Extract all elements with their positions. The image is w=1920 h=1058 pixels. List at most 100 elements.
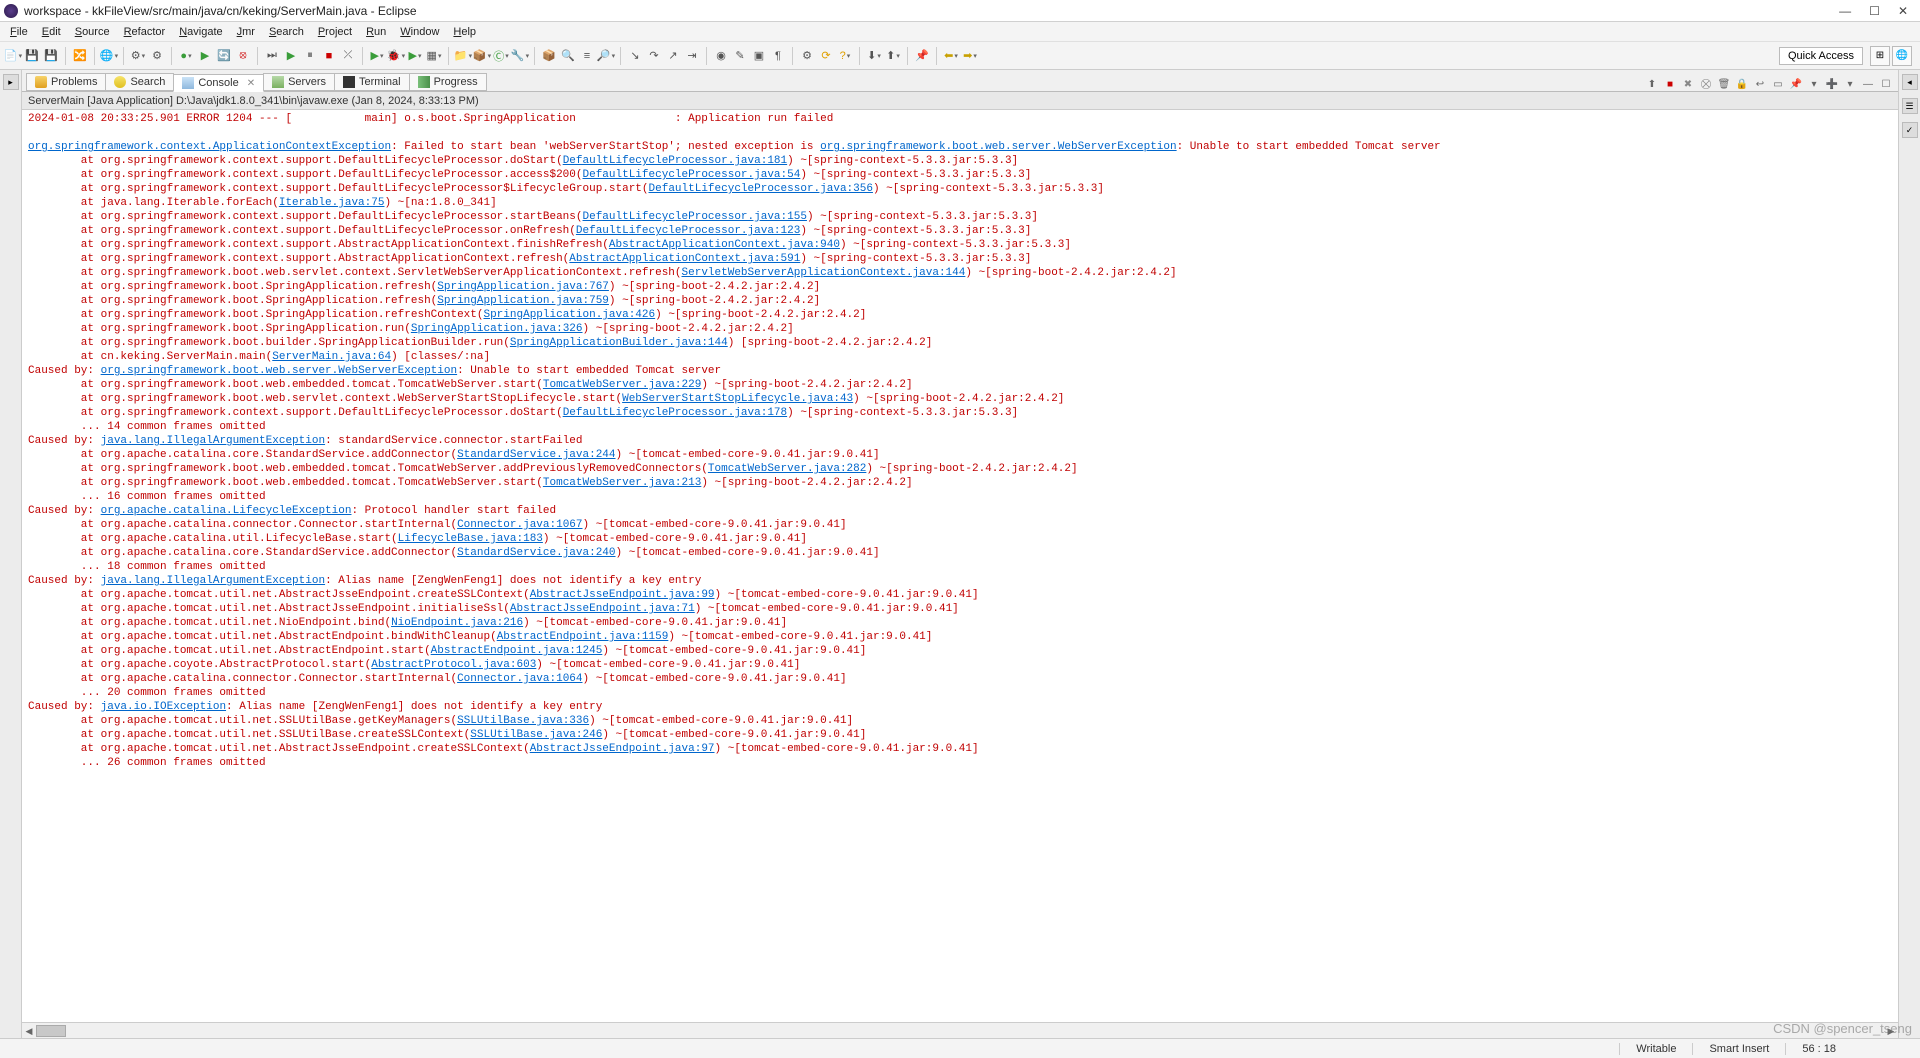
stacktrace-link[interactable]: AbstractJsseEndpoint.java:99 — [530, 589, 715, 601]
clear-console-button[interactable]: 🗑 — [1716, 77, 1732, 91]
stacktrace-link[interactable]: java.io.IOException — [101, 701, 226, 713]
stacktrace-link[interactable]: TomcatWebServer.java:229 — [543, 379, 701, 391]
stacktrace-link[interactable]: AbstractApplicationContext.java:591 — [569, 253, 800, 265]
stacktrace-link[interactable]: SpringApplicationBuilder.java:144 — [510, 337, 728, 349]
tab-console[interactable]: Console✕ — [173, 74, 264, 92]
menu-file[interactable]: File — [4, 24, 34, 40]
display-selected-button[interactable]: ▾ — [1806, 77, 1822, 91]
stacktrace-link[interactable]: DefaultLifecycleProcessor.java:178 — [563, 407, 787, 419]
open-console-button[interactable]: ➕ — [1824, 77, 1840, 91]
stacktrace-link[interactable]: SpringApplication.java:326 — [411, 323, 583, 335]
debug-button[interactable]: ● — [177, 47, 195, 65]
show-whitespace-icon[interactable]: ¶ — [769, 47, 787, 65]
menu-run[interactable]: Run — [360, 24, 392, 40]
globe-icon[interactable]: 🌐 — [100, 47, 118, 65]
tab-progress[interactable]: Progress — [409, 73, 487, 91]
stacktrace-link[interactable]: org.apache.catalina.LifecycleException — [101, 505, 352, 517]
toggle-block-icon[interactable]: ▣ — [750, 47, 768, 65]
stacktrace-link[interactable]: AbstractJsseEndpoint.java:97 — [530, 743, 715, 755]
menu-help[interactable]: Help — [447, 24, 482, 40]
toggle-mark-icon[interactable]: ✎ — [731, 47, 749, 65]
run-button[interactable]: ▶ — [368, 47, 386, 65]
menu-jmr[interactable]: Jmr — [231, 24, 261, 40]
stacktrace-link[interactable]: DefaultLifecycleProcessor.java:54 — [583, 169, 801, 181]
stacktrace-link[interactable]: AbstractProtocol.java:603 — [371, 659, 536, 671]
stacktrace-link[interactable]: AbstractApplicationContext.java:940 — [609, 239, 840, 251]
restore-view-button[interactable]: ◂ — [1902, 74, 1918, 90]
stacktrace-link[interactable]: WebServerStartStopLifecycle.java:43 — [622, 393, 853, 405]
stacktrace-link[interactable]: org.springframework.boot.web.server.WebS… — [820, 141, 1176, 153]
menu-edit[interactable]: Edit — [36, 24, 67, 40]
remove-all-button[interactable]: ⛒ — [1698, 77, 1714, 91]
prev-annotation-icon[interactable]: ⬆ — [884, 47, 902, 65]
forward-button[interactable]: ➡ — [961, 47, 979, 65]
help-icon[interactable]: ? — [836, 47, 854, 65]
search-dropdown[interactable]: 🔎 — [597, 47, 615, 65]
new-package-icon[interactable]: 📦 — [473, 47, 491, 65]
stacktrace-link[interactable]: DefaultLifecycleProcessor.java:155 — [583, 211, 807, 223]
next-annotation-icon[interactable]: ⬇ — [865, 47, 883, 65]
refresh-icon[interactable]: ⟳ — [817, 47, 835, 65]
up-icon[interactable]: ⬆ — [1644, 77, 1660, 91]
back-button[interactable]: ⬅ — [942, 47, 960, 65]
run-ext-button[interactable]: ▶ — [406, 47, 424, 65]
scroll-lock-button[interactable]: 🔒 — [1734, 77, 1750, 91]
maximize-view-button[interactable]: ☐ — [1878, 77, 1894, 91]
stacktrace-link[interactable]: LifecycleBase.java:183 — [398, 533, 543, 545]
toggle-breakpoint-icon[interactable]: ◉ — [712, 47, 730, 65]
stacktrace-link[interactable]: AbstractEndpoint.java:1245 — [431, 645, 603, 657]
close-tab-button[interactable]: ✕ — [247, 78, 255, 89]
scroll-left-arrow[interactable]: ◀ — [22, 1023, 36, 1039]
stacktrace-link[interactable]: Iterable.java:75 — [279, 197, 385, 209]
switch-icon[interactable]: 🔀 — [71, 47, 89, 65]
stop-button[interactable]: ■ — [320, 47, 338, 65]
stacktrace-link[interactable]: java.lang.IllegalArgumentException — [101, 435, 325, 447]
stacktrace-link[interactable]: java.lang.IllegalArgumentException — [101, 575, 325, 587]
debug-button[interactable]: 🐞 — [387, 47, 405, 65]
stacktrace-link[interactable]: SSLUtilBase.java:246 — [470, 729, 602, 741]
sync-button[interactable]: 🔄 — [215, 47, 233, 65]
menu-source[interactable]: Source — [69, 24, 116, 40]
gear-icon[interactable]: ⚙ — [798, 47, 816, 65]
quick-access-button[interactable]: Quick Access — [1779, 47, 1863, 65]
scrollbar-thumb[interactable] — [36, 1025, 66, 1037]
stacktrace-link[interactable]: org.springframework.boot.web.server.WebS… — [101, 365, 457, 377]
console-output[interactable]: 2024-01-08 20:33:25.901 ERROR 1204 --- [… — [22, 110, 1898, 1022]
menu-navigate[interactable]: Navigate — [173, 24, 228, 40]
open-type-icon[interactable]: 🔍 — [559, 47, 577, 65]
save-button[interactable]: 💾 — [23, 47, 41, 65]
stacktrace-link[interactable]: StandardService.java:244 — [457, 449, 615, 461]
step-into-icon[interactable]: ↘ — [626, 47, 644, 65]
close-button[interactable]: ✕ — [1898, 4, 1908, 18]
stacktrace-link[interactable]: ServerMain.java:64 — [272, 351, 391, 363]
tab-servers[interactable]: Servers — [263, 73, 335, 91]
stacktrace-link[interactable]: DefaultLifecycleProcessor.java:123 — [576, 225, 800, 237]
toggle-icon[interactable]: ≡ — [578, 47, 596, 65]
stacktrace-link[interactable]: TomcatWebServer.java:282 — [708, 463, 866, 475]
stacktrace-link[interactable]: SpringApplication.java:767 — [437, 281, 609, 293]
stacktrace-link[interactable]: DefaultLifecycleProcessor.java:181 — [563, 155, 787, 167]
save-all-button[interactable]: 💾 — [42, 47, 60, 65]
coverage-button[interactable]: ▦ — [425, 47, 443, 65]
menu-refactor[interactable]: Refactor — [118, 24, 172, 40]
new-project-icon[interactable]: 📁 — [454, 47, 472, 65]
stacktrace-link[interactable]: Connector.java:1067 — [457, 519, 582, 531]
task-list-view-button[interactable]: ✓ — [1902, 122, 1918, 138]
maximize-button[interactable]: ☐ — [1869, 4, 1880, 18]
tab-terminal[interactable]: Terminal — [334, 73, 410, 91]
restore-view-button[interactable]: ▸ — [3, 74, 19, 90]
stacktrace-link[interactable]: SSLUtilBase.java:336 — [457, 715, 589, 727]
minimize-view-button[interactable]: — — [1860, 77, 1876, 91]
tool-icon[interactable]: ⚙ — [129, 47, 147, 65]
minimize-button[interactable]: — — [1839, 4, 1851, 18]
open-perspective-button[interactable]: ⊞ — [1870, 46, 1890, 66]
new-class-icon[interactable]: Ⓒ — [492, 47, 510, 65]
outline-view-button[interactable]: ☰ — [1902, 98, 1918, 114]
step-icon[interactable]: ⇥ — [683, 47, 701, 65]
step-over-icon[interactable]: ↷ — [645, 47, 663, 65]
pin-icon[interactable]: 📌 — [913, 47, 931, 65]
horizontal-scrollbar[interactable]: ◀ ▶ — [22, 1022, 1898, 1038]
remove-launch-button[interactable]: ✖ — [1680, 77, 1696, 91]
stacktrace-link[interactable]: AbstractJsseEndpoint.java:71 — [510, 603, 695, 615]
word-wrap-button[interactable]: ↩ — [1752, 77, 1768, 91]
